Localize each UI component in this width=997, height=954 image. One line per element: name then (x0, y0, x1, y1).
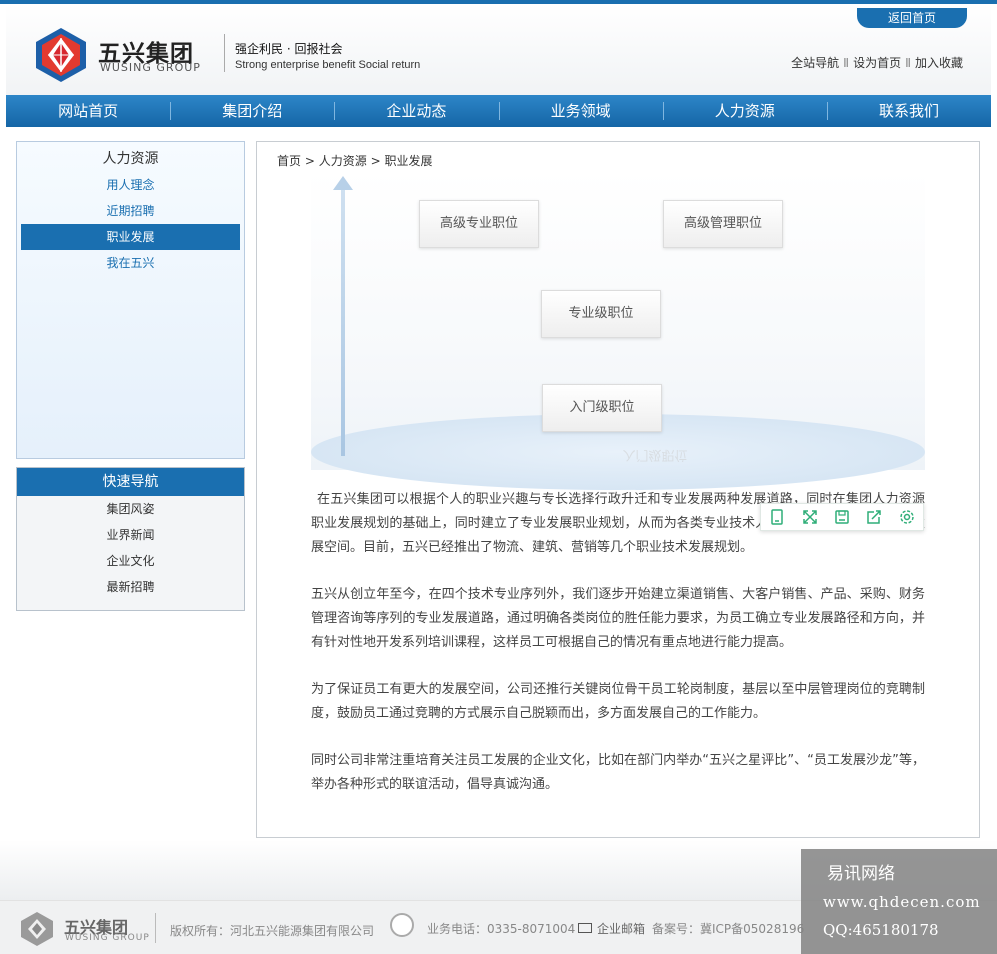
top-links: 全站导航 Ⅱ 设为首页 Ⅱ 加入收藏 (791, 54, 963, 71)
nav-item-business[interactable]: 业务领域 (498, 95, 663, 127)
main-nav: 网站首页 集团介绍 企业动态 业务领域 人力资源 联系我们 (6, 95, 991, 127)
sidebar-item-me-at-wusing[interactable]: 我在五兴 (21, 250, 240, 276)
up-arrow-icon (333, 176, 353, 190)
save-icon[interactable] (831, 506, 853, 528)
footer-divider (155, 913, 156, 943)
logo-divider (224, 34, 225, 72)
phone-icon (390, 913, 414, 937)
nav-item-contact[interactable]: 联系我们 (826, 95, 991, 127)
breadcrumb-home[interactable]: 首页 (277, 154, 301, 168)
slogan-chinese: 强企利民 · 回报社会 (235, 42, 343, 56)
senior-professional-box: 高级专业职位 (419, 200, 539, 248)
nav-item-news[interactable]: 企业动态 (334, 95, 498, 127)
link-separator: Ⅱ (843, 56, 850, 70)
nav-item-home[interactable]: 网站首页 (6, 95, 170, 127)
fullscreen-icon[interactable] (799, 506, 821, 528)
nav-item-about[interactable]: 集团介绍 (170, 95, 334, 127)
sitemap-link[interactable]: 全站导航 (791, 56, 839, 70)
site-header: 返回首页 五兴集团 WUSING GROUP 强企利民 · 回报社会 Stron… (6, 4, 991, 96)
nav-item-hr[interactable]: 人力资源 (662, 95, 827, 127)
footer-copyright: 版权所有：河北五兴能源集团有限公司 (170, 924, 375, 938)
sidebar-item-career-development[interactable]: 职业发展 (21, 224, 240, 250)
mail-icon (578, 923, 592, 933)
breadcrumb: 首页 > 人力资源 > 职业发展 (277, 152, 432, 169)
quick-nav-box: 快速导航 集团风姿 业界新闻 企业文化 最新招聘 (16, 467, 245, 611)
footer-icp: 备案号：冀ICP备05028196 (652, 922, 805, 936)
quick-nav-title: 快速导航 (17, 468, 244, 496)
sidebar-hr-menu: 人力资源 用人理念 近期招聘 职业发展 我在五兴 (16, 141, 245, 459)
set-homepage-link[interactable]: 设为首页 (853, 56, 901, 70)
breadcrumb-separator: > (370, 154, 381, 168)
up-arrow-shaft (341, 186, 345, 456)
footer-phone: 业务电话：0335-8071004 (427, 922, 576, 936)
entry-level-box: 入门级职位 (542, 384, 662, 432)
watermark-company: 易讯网络 (827, 864, 895, 884)
settings-icon[interactable] (896, 506, 918, 528)
wusing-logo-icon[interactable] (34, 28, 88, 82)
senior-management-box: 高级管理职位 (663, 200, 783, 248)
quick-nav-item-group-style[interactable]: 集团风姿 (17, 496, 244, 522)
paragraph: 为了保证员工有更大的发展空间，公司还推行关键岗位骨干员工轮岗制度，基层以至中层管… (311, 682, 925, 721)
watermark-url: www.qhdecen.com (823, 893, 981, 911)
article-text: 在五兴集团可以根据个人的职业兴趣与专长选择行政升迁和专业发展两种发展道路，同时在… (311, 488, 925, 820)
footer-logo-icon (21, 912, 53, 946)
sidebar-title: 人力资源 (102, 151, 159, 167)
share-icon[interactable] (863, 506, 885, 528)
entry-level-reflection: 入门级职位 (622, 447, 688, 462)
quick-nav-item-latest-jobs[interactable]: 最新招聘 (17, 574, 244, 600)
quick-nav-item-culture[interactable]: 企业文化 (17, 548, 244, 574)
paragraph: 同时公司非常注重培育关注员工发展的企业文化，比如在部门内举办“五兴之星评比”、“… (311, 753, 925, 792)
vendor-watermark: 易讯网络 www.qhdecen.com QQ:465180178 (801, 849, 997, 954)
sidebar-item-recent-jobs[interactable]: 近期招聘 (21, 198, 240, 224)
slogan-english: Strong enterprise benefit Social return (235, 59, 421, 71)
professional-box: 专业级职位 (541, 290, 661, 338)
main-content: 首页 > 人力资源 > 职业发展 高级专业职位 高级管理职位 专业级职位 入门级… (256, 141, 980, 838)
breadcrumb-current: 职业发展 (384, 154, 433, 168)
floating-toolbar (760, 503, 924, 531)
back-home-button[interactable]: 返回首页 (857, 8, 967, 28)
add-favorite-link[interactable]: 加入收藏 (915, 56, 963, 70)
logo-english-name: WUSING GROUP (100, 61, 201, 74)
paragraph: 五兴从创立年至今，在四个技术专业序列外，我们逐步开始建立渠道销售、大客户销售、产… (311, 587, 925, 650)
watermark-qq: QQ:465180178 (823, 921, 939, 939)
footer-mail-link[interactable]: 企业邮箱 (597, 920, 645, 937)
link-separator: Ⅱ (905, 56, 911, 70)
breadcrumb-section[interactable]: 人力资源 (319, 154, 367, 168)
quick-nav-item-industry-news[interactable]: 业界新闻 (17, 522, 244, 548)
sidebar-item-hiring-philosophy[interactable]: 用人理念 (21, 172, 240, 198)
clip-icon[interactable] (766, 506, 788, 528)
career-path-diagram: 高级专业职位 高级管理职位 专业级职位 入门级职位 入门级职位 (311, 170, 925, 490)
footer-logo-english: WUSING GROUP (65, 933, 150, 943)
breadcrumb-separator: > (304, 154, 315, 168)
